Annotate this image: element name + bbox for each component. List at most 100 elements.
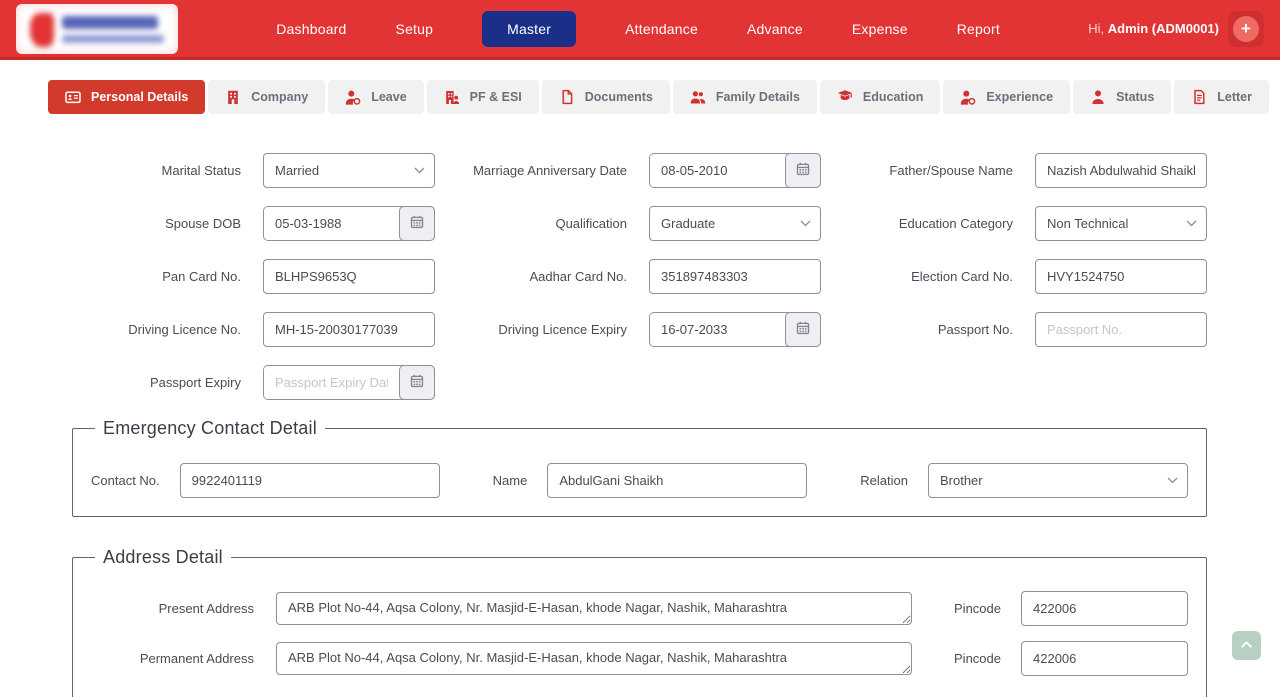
tab-documents[interactable]: Documents bbox=[542, 80, 670, 114]
marriage-anniversary-date-calendar-button[interactable] bbox=[785, 153, 821, 188]
nav-item-master[interactable]: Master bbox=[482, 11, 576, 47]
passport-no-group bbox=[1035, 312, 1207, 347]
father-spouse-name-input[interactable] bbox=[1035, 153, 1207, 188]
personal-details-form: Marital Status MarriedMarriage Anniversar… bbox=[49, 153, 1207, 400]
user-greeting: Hi, Admin (ADM0001) bbox=[1088, 21, 1219, 36]
passport-no-field: Passport No. bbox=[821, 312, 1207, 347]
present-address-textarea[interactable] bbox=[276, 592, 912, 625]
education-category-label: Education Category bbox=[821, 216, 1013, 231]
present-address-row: Present AddressPincode bbox=[91, 591, 1188, 626]
emergency-name-field: Name bbox=[493, 463, 808, 498]
permanent-address-textarea[interactable] bbox=[276, 642, 912, 675]
marriage-anniversary-date-input[interactable] bbox=[650, 154, 785, 187]
aadhar-card-no-field: Aadhar Card No. bbox=[435, 259, 821, 294]
nav-item-attendance[interactable]: Attendance bbox=[625, 21, 698, 37]
company-logo[interactable] bbox=[16, 4, 178, 54]
tab-family-details[interactable]: Family Details bbox=[673, 80, 817, 114]
chevron-down-icon bbox=[1186, 220, 1197, 227]
person-badge-icon bbox=[345, 89, 361, 105]
emergency-relation-label: Relation bbox=[860, 473, 908, 488]
tab-company[interactable]: Company bbox=[208, 80, 325, 114]
qualification-select[interactable]: Graduate bbox=[649, 206, 821, 241]
main-nav: Dashboard Setup Master Attendance Advance Exp… bbox=[218, 11, 1058, 47]
emergency-name-label: Name bbox=[493, 473, 528, 488]
marital-status-label: Marital Status bbox=[49, 163, 241, 178]
tab-label: Personal Details bbox=[91, 90, 188, 104]
election-card-no-input[interactable] bbox=[1035, 259, 1207, 294]
chevron-down-icon bbox=[1167, 477, 1178, 484]
tab-leave[interactable]: Leave bbox=[328, 80, 423, 114]
passport-no-input[interactable] bbox=[1035, 312, 1207, 347]
election-card-no-field: Election Card No. bbox=[821, 259, 1207, 294]
pan-card-no-input[interactable] bbox=[263, 259, 435, 294]
driving-licence-expiry-input[interactable] bbox=[650, 313, 785, 346]
driving-licence-expiry-calendar-button[interactable] bbox=[785, 312, 821, 347]
tab-letter[interactable]: Letter bbox=[1174, 80, 1269, 114]
aadhar-card-no-group bbox=[649, 259, 821, 294]
tab-pf-esi[interactable]: PF & ESI bbox=[427, 80, 539, 114]
add-button[interactable]: + bbox=[1233, 16, 1259, 42]
nav-item-advance[interactable]: Advance bbox=[747, 21, 803, 37]
driving-licence-no-group bbox=[263, 312, 435, 347]
building-person-icon bbox=[444, 89, 460, 105]
spouse-dob-group bbox=[263, 206, 435, 241]
driving-licence-no-label: Driving Licence No. bbox=[49, 322, 241, 337]
emergency-relation-select[interactable]: Brother bbox=[928, 463, 1188, 498]
election-card-no-group bbox=[1035, 259, 1207, 294]
form-row: Marital Status MarriedMarriage Anniversar… bbox=[49, 153, 1207, 188]
present-address-pincode-input[interactable] bbox=[1021, 591, 1188, 626]
present-address-pincode-label: Pincode bbox=[954, 601, 1001, 616]
tab-label: Experience bbox=[986, 90, 1053, 104]
header-right: Hi, Admin (ADM0001) + bbox=[1088, 11, 1264, 47]
pan-card-no-label: Pan Card No. bbox=[49, 269, 241, 284]
education-category-select[interactable]: Non Technical bbox=[1035, 206, 1207, 241]
permanent-address-label: Permanent Address bbox=[91, 651, 254, 666]
driving-licence-no-input[interactable] bbox=[263, 312, 435, 347]
nav-item-setup[interactable]: Setup bbox=[396, 21, 434, 37]
tab-experience[interactable]: Experience bbox=[943, 80, 1070, 114]
passport-expiry-input[interactable] bbox=[264, 366, 399, 399]
scroll-to-top-button[interactable] bbox=[1232, 631, 1261, 660]
chevron-up-icon bbox=[1239, 637, 1254, 655]
driving-licence-no-field: Driving Licence No. bbox=[49, 312, 435, 347]
plus-icon: + bbox=[1241, 17, 1251, 41]
spouse-dob-calendar-button[interactable] bbox=[399, 206, 435, 241]
emergency-contact-legend: Emergency Contact Detail bbox=[95, 418, 325, 439]
emergency-contact-row: Contact No.NameRelationBrother bbox=[91, 463, 1188, 498]
tab-label: PF & ESI bbox=[470, 90, 522, 104]
tab-status[interactable]: Status bbox=[1073, 80, 1171, 114]
permanent-address-row: Permanent AddressPincode bbox=[91, 641, 1188, 676]
tab-education[interactable]: Education bbox=[820, 80, 940, 114]
marriage-anniversary-date-label: Marriage Anniversary Date bbox=[435, 163, 627, 178]
passport-expiry-calendar-button[interactable] bbox=[399, 365, 435, 400]
emergency-contact-no-input[interactable] bbox=[180, 463, 440, 498]
emergency-name-input[interactable] bbox=[547, 463, 807, 498]
tab-label: Status bbox=[1116, 90, 1154, 104]
spouse-dob-input[interactable] bbox=[264, 207, 399, 240]
id-card-icon bbox=[65, 89, 81, 105]
tab-bar: Personal Details Company Leave PF & ESI Docu… bbox=[48, 80, 1232, 114]
calendar-icon bbox=[796, 162, 810, 179]
emergency-relation-field: Relation Brother bbox=[860, 463, 1188, 498]
nav-item-report[interactable]: Report bbox=[957, 21, 1000, 37]
add-button-wrap: + bbox=[1228, 11, 1264, 47]
tab-personal-details[interactable]: Personal Details bbox=[48, 80, 205, 114]
permanent-address-pincode-input[interactable] bbox=[1021, 641, 1188, 676]
nav-item-expense[interactable]: Expense bbox=[852, 21, 908, 37]
tab-label: Documents bbox=[585, 90, 653, 104]
driving-licence-expiry-group bbox=[649, 312, 821, 347]
tab-label: Company bbox=[251, 90, 308, 104]
emergency-contact-section: Emergency Contact Detail Contact No.Name… bbox=[72, 418, 1207, 517]
education-category-field: Education Category Non Technical bbox=[821, 206, 1207, 241]
aadhar-card-no-input[interactable] bbox=[649, 259, 821, 294]
person-badge-icon bbox=[960, 89, 976, 105]
pan-card-no-group bbox=[263, 259, 435, 294]
nav-item-dashboard[interactable]: Dashboard bbox=[276, 21, 346, 37]
form-row: Spouse DOBQualificationGraduateEducation… bbox=[49, 206, 1207, 241]
chevron-down-icon bbox=[414, 167, 425, 174]
marital-status-select[interactable]: Married bbox=[263, 153, 435, 188]
tab-label: Letter bbox=[1217, 90, 1252, 104]
app-header: Dashboard Setup Master Attendance Advance Exp… bbox=[0, 0, 1280, 60]
marriage-anniversary-date-field: Marriage Anniversary Date bbox=[435, 153, 821, 188]
marriage-anniversary-date-group bbox=[649, 153, 821, 188]
